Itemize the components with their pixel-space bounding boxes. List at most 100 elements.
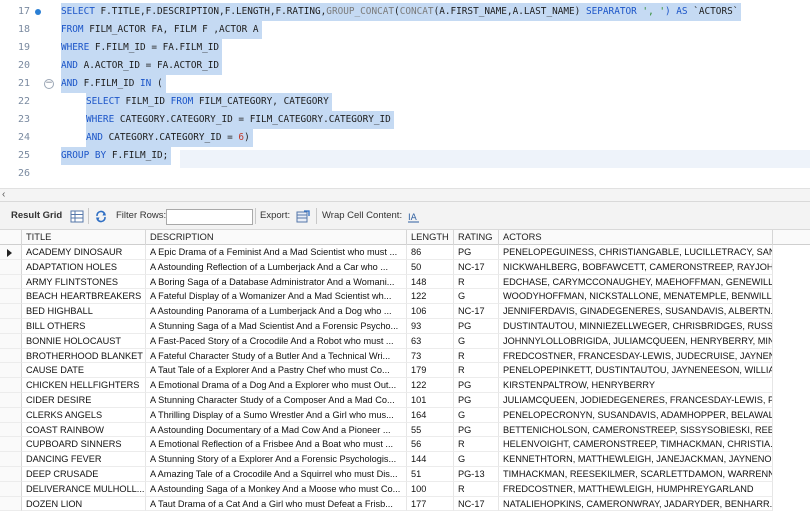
cell-title[interactable]: CLERKS ANGELS — [22, 407, 146, 423]
cell-description[interactable]: A Astounding Saga of a Monkey And a Moos… — [146, 481, 407, 497]
sql-editor[interactable]: 17 SELECT F.TITLE,F.DESCRIPTION,F.LENGTH… — [0, 0, 810, 188]
refresh-icon[interactable] — [94, 210, 108, 223]
cell-length[interactable]: 106 — [407, 304, 454, 319]
cell-rating[interactable]: NC-17 — [454, 304, 499, 319]
cell-actors[interactable]: PENELOPECRONYN, SUSANDAVIS, ADAMHOPPER, … — [499, 407, 773, 423]
cell-actors[interactable]: TIMHACKMAN, REESEKILMER, SCARLETTDAMON, … — [499, 467, 773, 482]
result-grid[interactable]: TITLE DESCRIPTION LENGTH RATING ACTORS A… — [0, 230, 810, 513]
code-line-25[interactable]: 25 GROUP BY F.FILM_ID; — [0, 147, 810, 165]
cell-description[interactable]: A Astounding Documentary of a Mad Cow An… — [146, 422, 407, 438]
cell-actors[interactable]: NATALIEHOPKINS, CAMERONWRAY, JADARYDER, … — [499, 496, 773, 512]
row-header[interactable] — [0, 259, 22, 275]
cell-length[interactable]: 50 — [407, 259, 454, 275]
scroll-left-icon[interactable]: ‹ — [2, 189, 5, 201]
wrap-text-icon[interactable]: IA — [407, 210, 421, 223]
cell-rating[interactable]: G — [454, 452, 499, 467]
cell-length[interactable]: 164 — [407, 407, 454, 423]
code-text[interactable]: AND A.ACTOR_ID = FA.ACTOR_ID — [61, 57, 223, 75]
cell-title[interactable]: BROTHERHOOD BLANKET — [22, 348, 146, 364]
cell-title[interactable]: DANCING FEVER — [22, 452, 146, 467]
cell-length[interactable]: 177 — [407, 496, 454, 512]
code-line-19[interactable]: 19 WHERE F.FILM_ID = FA.FILM_ID — [0, 39, 810, 57]
column-header-title[interactable]: TITLE — [22, 230, 146, 245]
row-header[interactable] — [0, 245, 22, 260]
cell-actors[interactable]: JOHNNYLOLLOBRIGIDA, JULIAMCQUEEN, HENRYB… — [499, 333, 773, 349]
row-header[interactable] — [0, 363, 22, 379]
table-row[interactable]: ARMY FLINTSTONES A Boring Saga of a Datab… — [0, 274, 810, 290]
cell-actors[interactable]: DUSTINTAUTOU, MINNIEZELLWEGER, CHRISBRID… — [499, 319, 773, 334]
export-icon[interactable] — [296, 210, 310, 223]
cell-description[interactable]: A Stunning Saga of a Mad Scientist And a… — [146, 319, 407, 334]
cell-title[interactable]: BILL OTHERS — [22, 319, 146, 334]
cell-rating[interactable]: G — [454, 333, 499, 349]
cell-rating[interactable]: PG-13 — [454, 467, 499, 482]
table-row[interactable]: CLERKS ANGELS A Thrilling Display of a Su… — [0, 407, 810, 423]
cell-description[interactable]: A Epic Drama of a Feminist And a Mad Sci… — [146, 245, 407, 260]
row-header[interactable] — [0, 496, 22, 512]
cell-length[interactable]: 56 — [407, 437, 454, 453]
table-row[interactable]: ADAPTATION HOLES A Astounding Reflection … — [0, 259, 810, 275]
code-line-18[interactable]: 18 FROM FILM_ACTOR FA, FILM F ,ACTOR A — [0, 21, 810, 39]
cell-title[interactable]: ADAPTATION HOLES — [22, 259, 146, 275]
code-text[interactable]: AND CATEGORY.CATEGORY_ID = 6) — [86, 129, 253, 147]
cell-length[interactable]: 122 — [407, 378, 454, 393]
cell-description[interactable]: A Stunning Character Study of a Composer… — [146, 393, 407, 408]
cell-actors[interactable]: HELENVOIGHT, CAMERONSTREEP, TIMHACKMAN, … — [499, 437, 773, 453]
cell-title[interactable]: CHICKEN HELLFIGHTERS — [22, 378, 146, 393]
cell-rating[interactable]: PG — [454, 319, 499, 334]
code-text[interactable]: FROM FILM_ACTOR FA, FILM F ,ACTOR A — [61, 21, 262, 39]
row-header[interactable] — [0, 319, 22, 334]
cell-description[interactable]: A Fateful Character Study of a Butler An… — [146, 348, 407, 364]
cell-title[interactable]: BED HIGHBALL — [22, 304, 146, 319]
table-row[interactable]: BROTHERHOOD BLANKET A Fateful Character S… — [0, 348, 810, 364]
cell-rating[interactable]: R — [454, 437, 499, 453]
cell-rating[interactable]: G — [454, 289, 499, 305]
row-header[interactable] — [0, 407, 22, 423]
row-header[interactable] — [0, 333, 22, 349]
cell-length[interactable]: 86 — [407, 245, 454, 260]
cell-length[interactable]: 63 — [407, 333, 454, 349]
cell-description[interactable]: A Emotional Drama of a Dog And a Explore… — [146, 378, 407, 393]
code-text[interactable]: AND F.FILM_ID IN ( — [61, 75, 166, 93]
code-line-22[interactable]: 22 SELECT FILM_ID FROM FILM_CATEGORY, CA… — [0, 93, 810, 111]
cell-rating[interactable]: PG — [454, 422, 499, 438]
result-grid-tab[interactable]: Result Grid — [11, 202, 62, 230]
cell-actors[interactable]: NICKWAHLBERG, BOBFAWCETT, CAMERONSTREEP,… — [499, 259, 773, 275]
column-header-actors[interactable]: ACTORS — [499, 230, 773, 245]
row-header[interactable] — [0, 481, 22, 497]
cell-title[interactable]: BEACH HEARTBREAKERS — [22, 289, 146, 305]
cell-rating[interactable]: G — [454, 407, 499, 423]
code-line-24[interactable]: 24 AND CATEGORY.CATEGORY_ID = 6) — [0, 129, 810, 147]
cell-length[interactable]: 93 — [407, 319, 454, 334]
code-text[interactable]: WHERE F.FILM_ID = FA.FILM_ID — [61, 39, 223, 57]
row-header[interactable] — [0, 437, 22, 453]
cell-title[interactable]: CAUSE DATE — [22, 363, 146, 379]
table-row[interactable]: CHICKEN HELLFIGHTERS A Emotional Drama of… — [0, 378, 810, 393]
cell-length[interactable]: 122 — [407, 289, 454, 305]
cell-description[interactable]: A Astounding Reflection of a Lumberjack … — [146, 259, 407, 275]
cell-title[interactable]: BONNIE HOLOCAUST — [22, 333, 146, 349]
cell-length[interactable]: 101 — [407, 393, 454, 408]
cell-title[interactable]: DOZEN LION — [22, 496, 146, 512]
cell-length[interactable]: 144 — [407, 452, 454, 467]
code-text[interactable]: WHERE CATEGORY.CATEGORY_ID = FILM_CATEGO… — [86, 111, 394, 129]
cell-rating[interactable]: R — [454, 363, 499, 379]
cell-actors[interactable]: BETTENICHOLSON, CAMERONSTREEP, SISSYSOBI… — [499, 422, 773, 438]
cell-actors[interactable]: FREDCOSTNER, MATTHEWLEIGH, HUMPHREYGARLA… — [499, 481, 773, 497]
row-header[interactable] — [0, 274, 22, 290]
cell-rating[interactable]: PG — [454, 245, 499, 260]
cell-description[interactable]: A Thrilling Display of a Sumo Wrestler A… — [146, 407, 407, 423]
cell-title[interactable]: COAST RAINBOW — [22, 422, 146, 438]
table-row[interactable]: BED HIGHBALL A Astounding Panorama of a L… — [0, 304, 810, 319]
cell-rating[interactable]: NC-17 — [454, 259, 499, 275]
code-line-20[interactable]: 20 AND A.ACTOR_ID = FA.ACTOR_ID — [0, 57, 810, 75]
cell-rating[interactable]: R — [454, 274, 499, 290]
cell-rating[interactable]: NC-17 — [454, 496, 499, 512]
column-header-length[interactable]: LENGTH — [407, 230, 454, 245]
code-line-21[interactable]: 21 − AND F.FILM_ID IN ( — [0, 75, 810, 93]
row-header[interactable] — [0, 393, 22, 408]
code-line-17[interactable]: 17 SELECT F.TITLE,F.DESCRIPTION,F.LENGTH… — [0, 3, 810, 21]
cell-actors[interactable]: WOODYHOFFMAN, NICKSTALLONE, MENATEMPLE, … — [499, 289, 773, 305]
code-text[interactable]: SELECT F.TITLE,F.DESCRIPTION,F.LENGTH,F.… — [61, 3, 742, 21]
table-row[interactable]: CAUSE DATE A Taut Tale of a Explorer And … — [0, 363, 810, 379]
